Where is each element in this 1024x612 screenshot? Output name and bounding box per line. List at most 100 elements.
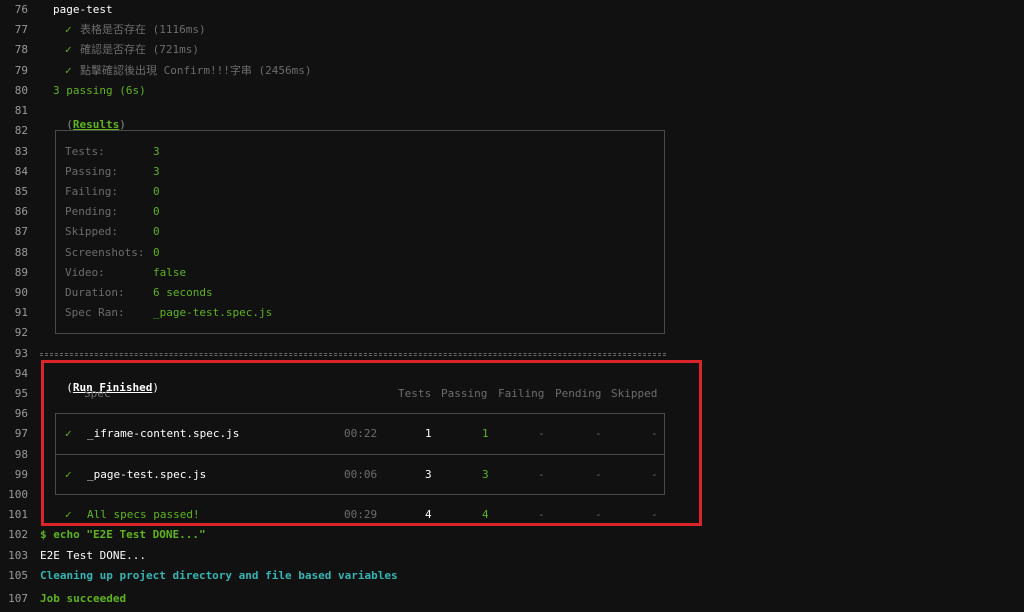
results-label-failing: Failing: — [65, 185, 118, 198]
spec-tests: 3 — [425, 468, 432, 481]
col-header-failing: Failing — [498, 387, 545, 400]
results-value-skipped: 0 — [153, 225, 160, 238]
results-box-top — [55, 130, 665, 131]
check-icon: ✓ — [65, 508, 72, 521]
results-label-skipped: Skipped: — [65, 225, 118, 238]
total-pending: - — [595, 508, 602, 521]
total-skipped: - — [651, 508, 658, 521]
line-number: 105 — [8, 569, 28, 582]
line-number: 78 — [14, 43, 28, 56]
results-heading: (Results) — [53, 104, 126, 132]
line-number: 76 — [14, 3, 28, 16]
line-number: 102 — [8, 528, 28, 541]
results-value-duration: 6 seconds — [153, 286, 213, 299]
table-left — [55, 413, 56, 495]
line-number: 99 — [14, 468, 28, 481]
line-number: 103 — [8, 549, 28, 562]
line-number: 91 — [14, 306, 28, 319]
line-number: 84 — [14, 165, 28, 178]
results-label-video: Video: — [65, 266, 105, 279]
line-number: 77 — [14, 23, 28, 36]
col-header-pending: Pending — [555, 387, 602, 400]
line-number: 82 — [14, 124, 28, 137]
results-value-spec-ran: _page-test.spec.js — [153, 306, 273, 319]
table-right — [664, 413, 665, 495]
cleanup-message: Cleaning up project directory and file b… — [40, 569, 398, 582]
col-header-tests: Tests — [398, 387, 432, 400]
line-number: 100 — [8, 488, 28, 501]
line-number: 92 — [14, 326, 28, 339]
line-number: 81 — [14, 104, 28, 117]
all-passed-text: All specs passed! — [87, 508, 200, 521]
line-number: 88 — [14, 246, 28, 259]
results-label-pending: Pending: — [65, 205, 118, 218]
check-icon: ✓ — [65, 43, 72, 56]
results-value-screenshots: 0 — [153, 246, 160, 259]
line-number: 93 — [14, 347, 28, 360]
passing-summary: 3 passing (6s) — [53, 84, 146, 97]
spec-skipped: - — [651, 468, 658, 481]
spec-failing: - — [538, 468, 545, 481]
spec-pending: - — [595, 427, 602, 440]
line-number: 96 — [14, 407, 28, 420]
results-value-tests: 3 — [153, 145, 160, 158]
table-line — [55, 494, 665, 495]
results-value-failing: 0 — [153, 185, 160, 198]
line-number: 87 — [14, 225, 28, 238]
col-header-skipped: Skipped — [611, 387, 658, 400]
line-number: 79 — [14, 64, 28, 77]
results-value-pending: 0 — [153, 205, 160, 218]
line-number: 101 — [8, 508, 28, 521]
check-icon: ✓ — [65, 468, 72, 481]
test-result: 點擊確認後出現 Confirm!!!字串 (2456ms) — [80, 64, 312, 77]
check-icon: ✓ — [65, 427, 72, 440]
line-number: 80 — [14, 84, 28, 97]
table-line — [55, 454, 665, 455]
results-value-video: false — [153, 266, 187, 279]
line-number: 86 — [14, 205, 28, 218]
col-header-passing: Passing — [441, 387, 488, 400]
line-number: 98 — [14, 448, 28, 461]
test-result: 確認是否存在 (721ms) — [80, 43, 199, 56]
spec-passing: 1 — [482, 427, 489, 440]
spec-tests: 1 — [425, 427, 432, 440]
spec-failing: - — [538, 427, 545, 440]
total-passing: 4 — [482, 508, 489, 521]
line-number: 89 — [14, 266, 28, 279]
line-number: 95 — [14, 387, 28, 400]
spec-time: 00:22 — [344, 427, 378, 440]
total-tests: 4 — [425, 508, 432, 521]
suite-title: page-test — [53, 3, 113, 16]
line-number: 97 — [14, 427, 28, 440]
paren-close: ) — [152, 381, 159, 394]
total-time: 00:29 — [344, 508, 378, 521]
check-icon: ✓ — [65, 64, 72, 77]
separator — [40, 353, 666, 356]
paren-open: ( — [66, 381, 73, 394]
check-icon: ✓ — [65, 23, 72, 36]
line-number: 83 — [14, 145, 28, 158]
line-number: 94 — [14, 367, 28, 380]
results-box-bottom — [55, 333, 665, 334]
results-box-left — [55, 130, 56, 334]
line-number: 90 — [14, 286, 28, 299]
results-label-duration: Duration: — [65, 286, 125, 299]
echo-command: $ echo "E2E Test DONE..." — [40, 528, 206, 541]
results-label-passing: Passing: — [65, 165, 118, 178]
spec-passing: 3 — [482, 468, 489, 481]
col-header-spec: Spec — [84, 387, 111, 400]
spec-skipped: - — [651, 427, 658, 440]
job-status: Job succeeded — [40, 592, 127, 605]
echo-output: E2E Test DONE... — [40, 549, 146, 562]
spec-name: _page-test.spec.js — [87, 468, 207, 481]
results-box-right — [664, 130, 665, 334]
results-label-screenshots: Screenshots: — [65, 246, 145, 259]
line-number: 85 — [14, 185, 28, 198]
test-result: 表格是否存在 (1116ms) — [80, 23, 206, 36]
table-line — [55, 413, 665, 414]
spec-pending: - — [595, 468, 602, 481]
total-failing: - — [538, 508, 545, 521]
spec-time: 00:06 — [344, 468, 378, 481]
results-value-passing: 3 — [153, 165, 160, 178]
results-label-spec-ran: Spec Ran: — [65, 306, 125, 319]
